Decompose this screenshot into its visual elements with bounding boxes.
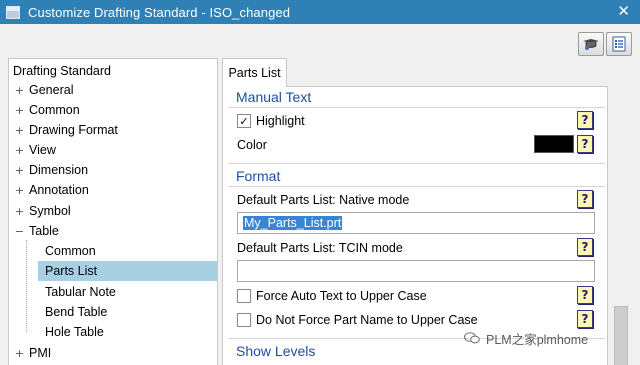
expand-icon[interactable]: +	[15, 201, 24, 221]
watermark-text: PLM之家plmhome	[486, 332, 589, 347]
section-divider	[228, 107, 605, 108]
force-upper-case-label: Force Auto Text to Upper Case	[256, 289, 427, 303]
tree-item-view[interactable]: + View	[9, 140, 217, 160]
tree-item-bend-table[interactable]: Bend Table	[9, 302, 217, 322]
tree-item-dimension[interactable]: + Dimension	[9, 160, 217, 180]
watermark: PLM之家plmhome	[464, 328, 588, 348]
native-mode-value: My_Parts_List.prt	[243, 216, 343, 230]
tree-item-label: Dimension	[29, 163, 89, 177]
tree-item-general[interactable]: + General	[9, 80, 217, 100]
section-title-show-levels: Show Levels	[236, 343, 316, 359]
tree-item-pmi[interactable]: + PMI	[9, 343, 217, 363]
expand-icon[interactable]: +	[15, 160, 24, 180]
section-title-manual-text: Manual Text	[236, 89, 312, 105]
help-icon[interactable]: ?	[577, 286, 593, 304]
expand-icon[interactable]: +	[15, 343, 24, 363]
tree-item-label: Table	[29, 224, 59, 238]
tree-item-label: Common	[29, 103, 80, 117]
highlight-label: Highlight	[256, 114, 305, 128]
help-icon[interactable]: ?	[577, 238, 593, 256]
highlight-checkbox[interactable]: ✓	[237, 114, 251, 128]
title-bar: Customize Drafting Standard - ISO_change…	[0, 0, 640, 24]
expand-icon[interactable]: +	[15, 140, 24, 160]
tree-item-label: Common	[45, 244, 96, 258]
collapse-icon[interactable]: −	[15, 221, 24, 241]
help-icon[interactable]: ?	[577, 111, 593, 129]
section-divider	[228, 186, 605, 187]
tree-item-annotation[interactable]: + Annotation	[9, 180, 217, 200]
native-mode-label: Default Parts List: Native mode	[237, 193, 410, 207]
expand-icon[interactable]: +	[15, 120, 24, 140]
tab-parts-list[interactable]: Parts List	[222, 58, 287, 87]
tree-header: Drafting Standard	[13, 64, 111, 78]
section-divider	[228, 163, 605, 164]
no-force-part-name-label: Do Not Force Part Name to Upper Case	[256, 313, 478, 327]
tree-item-common[interactable]: + Common	[9, 100, 217, 120]
tree-item-table[interactable]: − Table	[9, 221, 217, 241]
tree-item-label: Tabular Note	[45, 285, 116, 299]
settings-list-icon	[612, 36, 626, 52]
tree-item-label: Bend Table	[45, 305, 108, 319]
tree-item-symbol[interactable]: + Symbol	[9, 201, 217, 221]
native-mode-input[interactable]: My_Parts_List.prt	[237, 212, 595, 234]
color-picker-swatch[interactable]	[534, 135, 574, 153]
help-icon[interactable]: ?	[577, 190, 593, 208]
section-title-format: Format	[236, 168, 281, 184]
tree-item-tabular-note[interactable]: Tabular Note	[9, 282, 217, 302]
tcin-mode-label: Default Parts List: TCIN mode	[237, 241, 403, 255]
tree-item-label: Annotation	[29, 183, 89, 197]
chat-bubble-icon	[464, 332, 480, 344]
load-standard-button[interactable]	[578, 32, 604, 56]
tree-item-drawing-format[interactable]: + Drawing Format	[9, 120, 217, 140]
expand-icon[interactable]: +	[15, 80, 24, 100]
tree-item-parts-list[interactable]: Parts List	[38, 261, 217, 281]
window-title: Customize Drafting Standard - ISO_change…	[28, 4, 291, 20]
scrollbar-thumb[interactable]	[614, 306, 628, 365]
drafting-standard-tree: Drafting Standard + General + Common + D…	[8, 58, 218, 365]
tree-item-label: General	[29, 83, 74, 97]
help-icon[interactable]: ?	[577, 135, 593, 153]
tcin-mode-input[interactable]	[237, 260, 595, 282]
settings-list-button[interactable]	[606, 32, 632, 56]
no-force-part-name-checkbox[interactable]	[237, 313, 251, 327]
expand-icon[interactable]: +	[15, 100, 24, 120]
color-label: Color	[237, 138, 267, 152]
tree-item-label: PMI	[29, 346, 52, 360]
close-icon[interactable]: ✕	[617, 2, 630, 20]
tree-item-hole-table[interactable]: Hole Table	[9, 322, 217, 342]
tree-item-label: Drawing Format	[29, 123, 118, 137]
force-upper-case-checkbox[interactable]	[237, 289, 251, 303]
tree-item-label: Symbol	[29, 204, 71, 218]
window-app-icon	[6, 5, 20, 19]
expand-icon[interactable]: +	[15, 180, 24, 200]
help-icon[interactable]: ?	[577, 310, 593, 328]
tree-item-label: Parts List	[45, 264, 98, 278]
tree-item-label: View	[29, 143, 56, 157]
tree-item-label: Hole Table	[45, 325, 104, 339]
load-standard-icon	[583, 39, 599, 50]
tree-item-table-common[interactable]: Common	[9, 241, 217, 261]
